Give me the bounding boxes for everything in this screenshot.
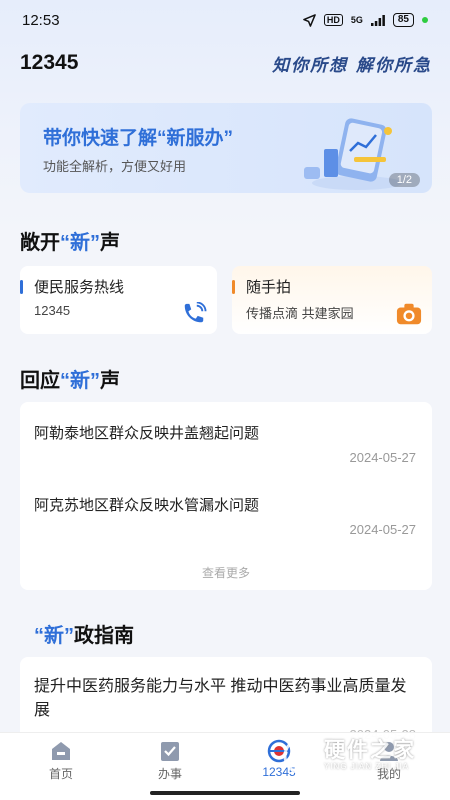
list-item[interactable]: 阿勒泰地区群众反映井盖翘起问题 2024-05-27 <box>20 402 432 472</box>
privacy-dot-icon <box>422 17 428 23</box>
snapshot-card-title: 随手拍 <box>246 279 292 296</box>
signal-text: 5G <box>350 15 363 25</box>
news-date: 2024-05-27 <box>349 522 417 537</box>
watermark-logo-icon <box>283 737 321 775</box>
battery-indicator: 85 <box>392 13 414 27</box>
app-header: 12345 知你所想 解你所急 <box>20 48 432 78</box>
section-title-suffix: 声 <box>100 232 120 254</box>
app-title: 12345 <box>20 51 79 74</box>
see-more-link[interactable]: 查看更多 <box>20 564 432 581</box>
phone-icon <box>184 302 207 323</box>
news-title: 阿克苏地区群众反映水管漏水问题 <box>34 497 260 514</box>
watermark: 硬件之家 YING JIAN ZHI JIA <box>280 732 440 782</box>
banner-carousel[interactable]: 带你快速了解“新服办” 功能全解析，方便又好用 1/2 <box>20 103 432 193</box>
card-accent-bar <box>20 280 23 294</box>
signal-bars-icon <box>370 14 385 26</box>
hotline-card[interactable]: 便民服务热线 12345 <box>20 266 217 334</box>
slogan: 知你所想 解你所急 <box>272 55 432 76</box>
task-icon <box>161 742 179 761</box>
banner-page-indicator: 1/2 <box>388 173 420 187</box>
tab-label: 办事 <box>157 767 182 781</box>
watermark-subtext: YING JIAN ZHI JIA <box>324 762 410 771</box>
list-item[interactable]: 阿克苏地区群众反映水管漏水问题 2024-05-27 <box>20 474 432 544</box>
camera-icon <box>396 303 422 325</box>
section-title-prefix: 敞开 <box>20 232 60 254</box>
banner-subtitle: 功能全解析，方便又好用 <box>43 159 187 174</box>
news-title: 阿勒泰地区群众反映井盖翘起问题 <box>34 425 260 442</box>
section-title-response: 回应“新”声 <box>20 364 120 393</box>
section-title-highlight: “新” <box>34 625 74 647</box>
status-icons: HD 5G 85 <box>303 13 428 27</box>
home-icon <box>52 742 70 760</box>
hd-badge: HD <box>323 14 343 26</box>
status-bar: 12:53 HD 5G 85 <box>0 0 450 40</box>
section-title-suffix: 声 <box>100 370 120 392</box>
card-accent-bar <box>232 280 235 294</box>
tab-home[interactable]: 首页 <box>26 739 96 782</box>
section-title-prefix: 回应 <box>20 370 60 392</box>
snapshot-card[interactable]: 随手拍 传播点滴 共建家园 <box>232 266 432 334</box>
section-title-suffix: 政指南 <box>74 625 134 647</box>
section-title-highlight: “新” <box>60 370 100 392</box>
section-title-voice: 敞开“新”声 <box>20 226 120 255</box>
hotline-card-title: 便民服务热线 <box>34 279 125 296</box>
home-indicator[interactable] <box>150 791 300 795</box>
guide-title: 提升中医药服务能力与水平 推动中医药事业高质量发展 <box>34 678 407 719</box>
section-title-guide: “新”政指南 <box>34 619 134 648</box>
watermark-text: 硬件之家 <box>324 739 416 762</box>
news-date: 2024-05-27 <box>349 450 417 465</box>
snapshot-card-subtitle: 传播点滴 共建家园 <box>246 306 354 321</box>
response-list: 阿勒泰地区群众反映井盖翘起问题 2024-05-27 阿克苏地区群众反映水管漏水… <box>20 402 432 590</box>
tab-tasks[interactable]: 办事 <box>135 739 205 782</box>
tab-label: 首页 <box>48 767 73 781</box>
hotline-card-number: 12345 <box>34 303 71 318</box>
status-time: 12:53 <box>22 11 60 29</box>
section-title-highlight: “新” <box>60 232 100 254</box>
banner-title: 带你快速了解“新服办” <box>43 128 234 149</box>
location-arrow-icon <box>303 13 316 27</box>
